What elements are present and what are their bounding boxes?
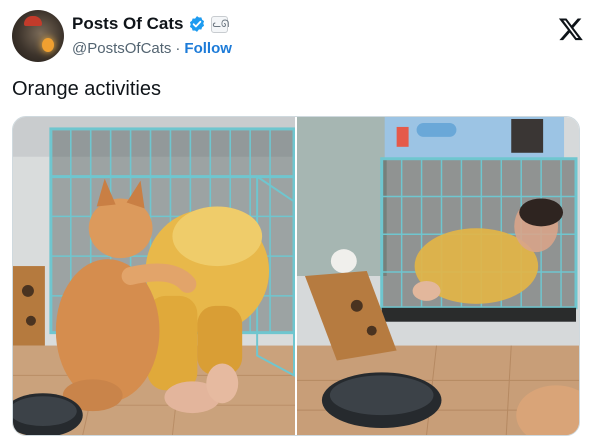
- avatar-hat: [24, 16, 42, 26]
- author-avatar[interactable]: [12, 10, 64, 62]
- author-handle[interactable]: @PostsOfCats: [72, 40, 171, 57]
- author-display-name[interactable]: Posts Of Cats: [72, 14, 183, 34]
- photo-person-inside-crate[interactable]: [297, 117, 579, 435]
- author-name-row: Posts Of Cats ᓚᘏ: [72, 14, 229, 34]
- author-handle-row: @PostsOfCats · Follow: [72, 40, 232, 57]
- photo-kitten-pushing-person-into-crate[interactable]: [13, 117, 295, 435]
- cat-affiliate-badge-icon: ᓚᘏ: [211, 15, 229, 33]
- media-grid: [12, 116, 580, 436]
- avatar-candle: [42, 38, 54, 52]
- verified-badge-icon: [190, 16, 205, 32]
- handle-separator: ·: [175, 40, 181, 57]
- tweet-header: Posts Of Cats ᓚᘏ @PostsOfCats · Follow: [12, 10, 588, 66]
- follow-button[interactable]: Follow: [184, 40, 232, 57]
- x-logo-icon[interactable]: [558, 16, 584, 42]
- tweet-text: Orange activities: [12, 78, 161, 100]
